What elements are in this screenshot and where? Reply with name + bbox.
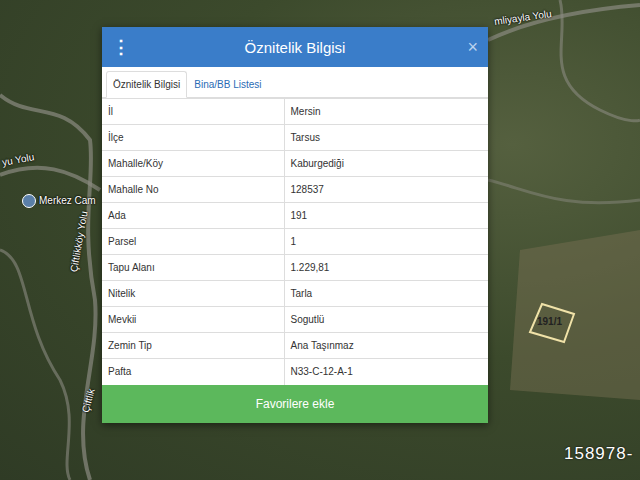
mosque-pin-icon[interactable] bbox=[22, 194, 36, 208]
attribute-value: 191 bbox=[284, 203, 488, 229]
attribute-value: 1 bbox=[284, 229, 488, 255]
attribute-name: Mevkii bbox=[102, 307, 284, 333]
close-icon[interactable]: × bbox=[458, 37, 478, 58]
tab[interactable]: Bina/BB Listesi bbox=[187, 71, 268, 98]
map-label: Merkez Cam bbox=[39, 195, 96, 206]
watermark: 158978- bbox=[564, 444, 633, 464]
table-row: MevkiiSogutlü bbox=[102, 307, 488, 333]
map-label: yu Yolu bbox=[1, 151, 35, 167]
dialog-title: Öznitelik Bilgisi bbox=[132, 39, 458, 56]
attribute-name: Parsel bbox=[102, 229, 284, 255]
table-row: NitelikTarla bbox=[102, 281, 488, 307]
attribute-value: Mersin bbox=[284, 99, 488, 125]
table-row: İlMersin bbox=[102, 99, 488, 125]
table-row: Mahalle/KöyKaburgediği bbox=[102, 151, 488, 177]
tab[interactable]: Öznitelik Bilgisi bbox=[106, 71, 187, 98]
attribute-name: Mahalle No bbox=[102, 177, 284, 203]
table-row: PaftaN33-C-12-A-1 bbox=[102, 359, 488, 385]
attribute-value: Ana Taşınmaz bbox=[284, 333, 488, 359]
map-label: mliyayla Yolu bbox=[494, 8, 553, 27]
attribute-name: Tapu Alanı bbox=[102, 255, 284, 281]
attribute-value: 128537 bbox=[284, 177, 488, 203]
attribute-name: İlçe bbox=[102, 125, 284, 151]
attribute-value: Kaburgediği bbox=[284, 151, 488, 177]
dialog-header: ⋮Öznitelik Bilgisi× bbox=[102, 27, 488, 67]
add-favorites-button[interactable]: Favorilere ekle bbox=[102, 385, 488, 423]
attribute-value: Sogutlü bbox=[284, 307, 488, 333]
table-row: Mahalle No128537 bbox=[102, 177, 488, 203]
attribute-name: Pafta bbox=[102, 359, 284, 385]
attribute-name: Nitelik bbox=[102, 281, 284, 307]
attribute-name: Ada bbox=[102, 203, 284, 229]
map-label: Çiftlik bbox=[80, 387, 97, 413]
table-row: Tapu Alanı1.229,81 bbox=[102, 255, 488, 281]
table-row: Ada191 bbox=[102, 203, 488, 229]
tab-bar: Öznitelik BilgisiBina/BB Listesi bbox=[102, 67, 488, 98]
attribute-name: Mahalle/Köy bbox=[102, 151, 284, 177]
attribute-name: Zemin Tip bbox=[102, 333, 284, 359]
menu-icon[interactable]: ⋮ bbox=[112, 36, 132, 58]
attribute-table: İlMersinİlçeTarsusMahalle/KöyKaburgediği… bbox=[102, 98, 488, 385]
parcel-label[interactable]: 191/1 bbox=[537, 316, 562, 327]
attribute-value: 1.229,81 bbox=[284, 255, 488, 281]
table-row: Parsel1 bbox=[102, 229, 488, 255]
table-row: Zemin TipAna Taşınmaz bbox=[102, 333, 488, 359]
attribute-value: N33-C-12-A-1 bbox=[284, 359, 488, 385]
table-row: İlçeTarsus bbox=[102, 125, 488, 151]
map[interactable]: yu YoluMerkez CamÇiftlikköy YoluÇiftlikm… bbox=[0, 0, 640, 480]
attribute-dialog: ⋮Öznitelik Bilgisi×Öznitelik BilgisiBina… bbox=[102, 27, 488, 423]
attribute-name: İl bbox=[102, 99, 284, 125]
attribute-value: Tarla bbox=[284, 281, 488, 307]
attribute-value: Tarsus bbox=[284, 125, 488, 151]
